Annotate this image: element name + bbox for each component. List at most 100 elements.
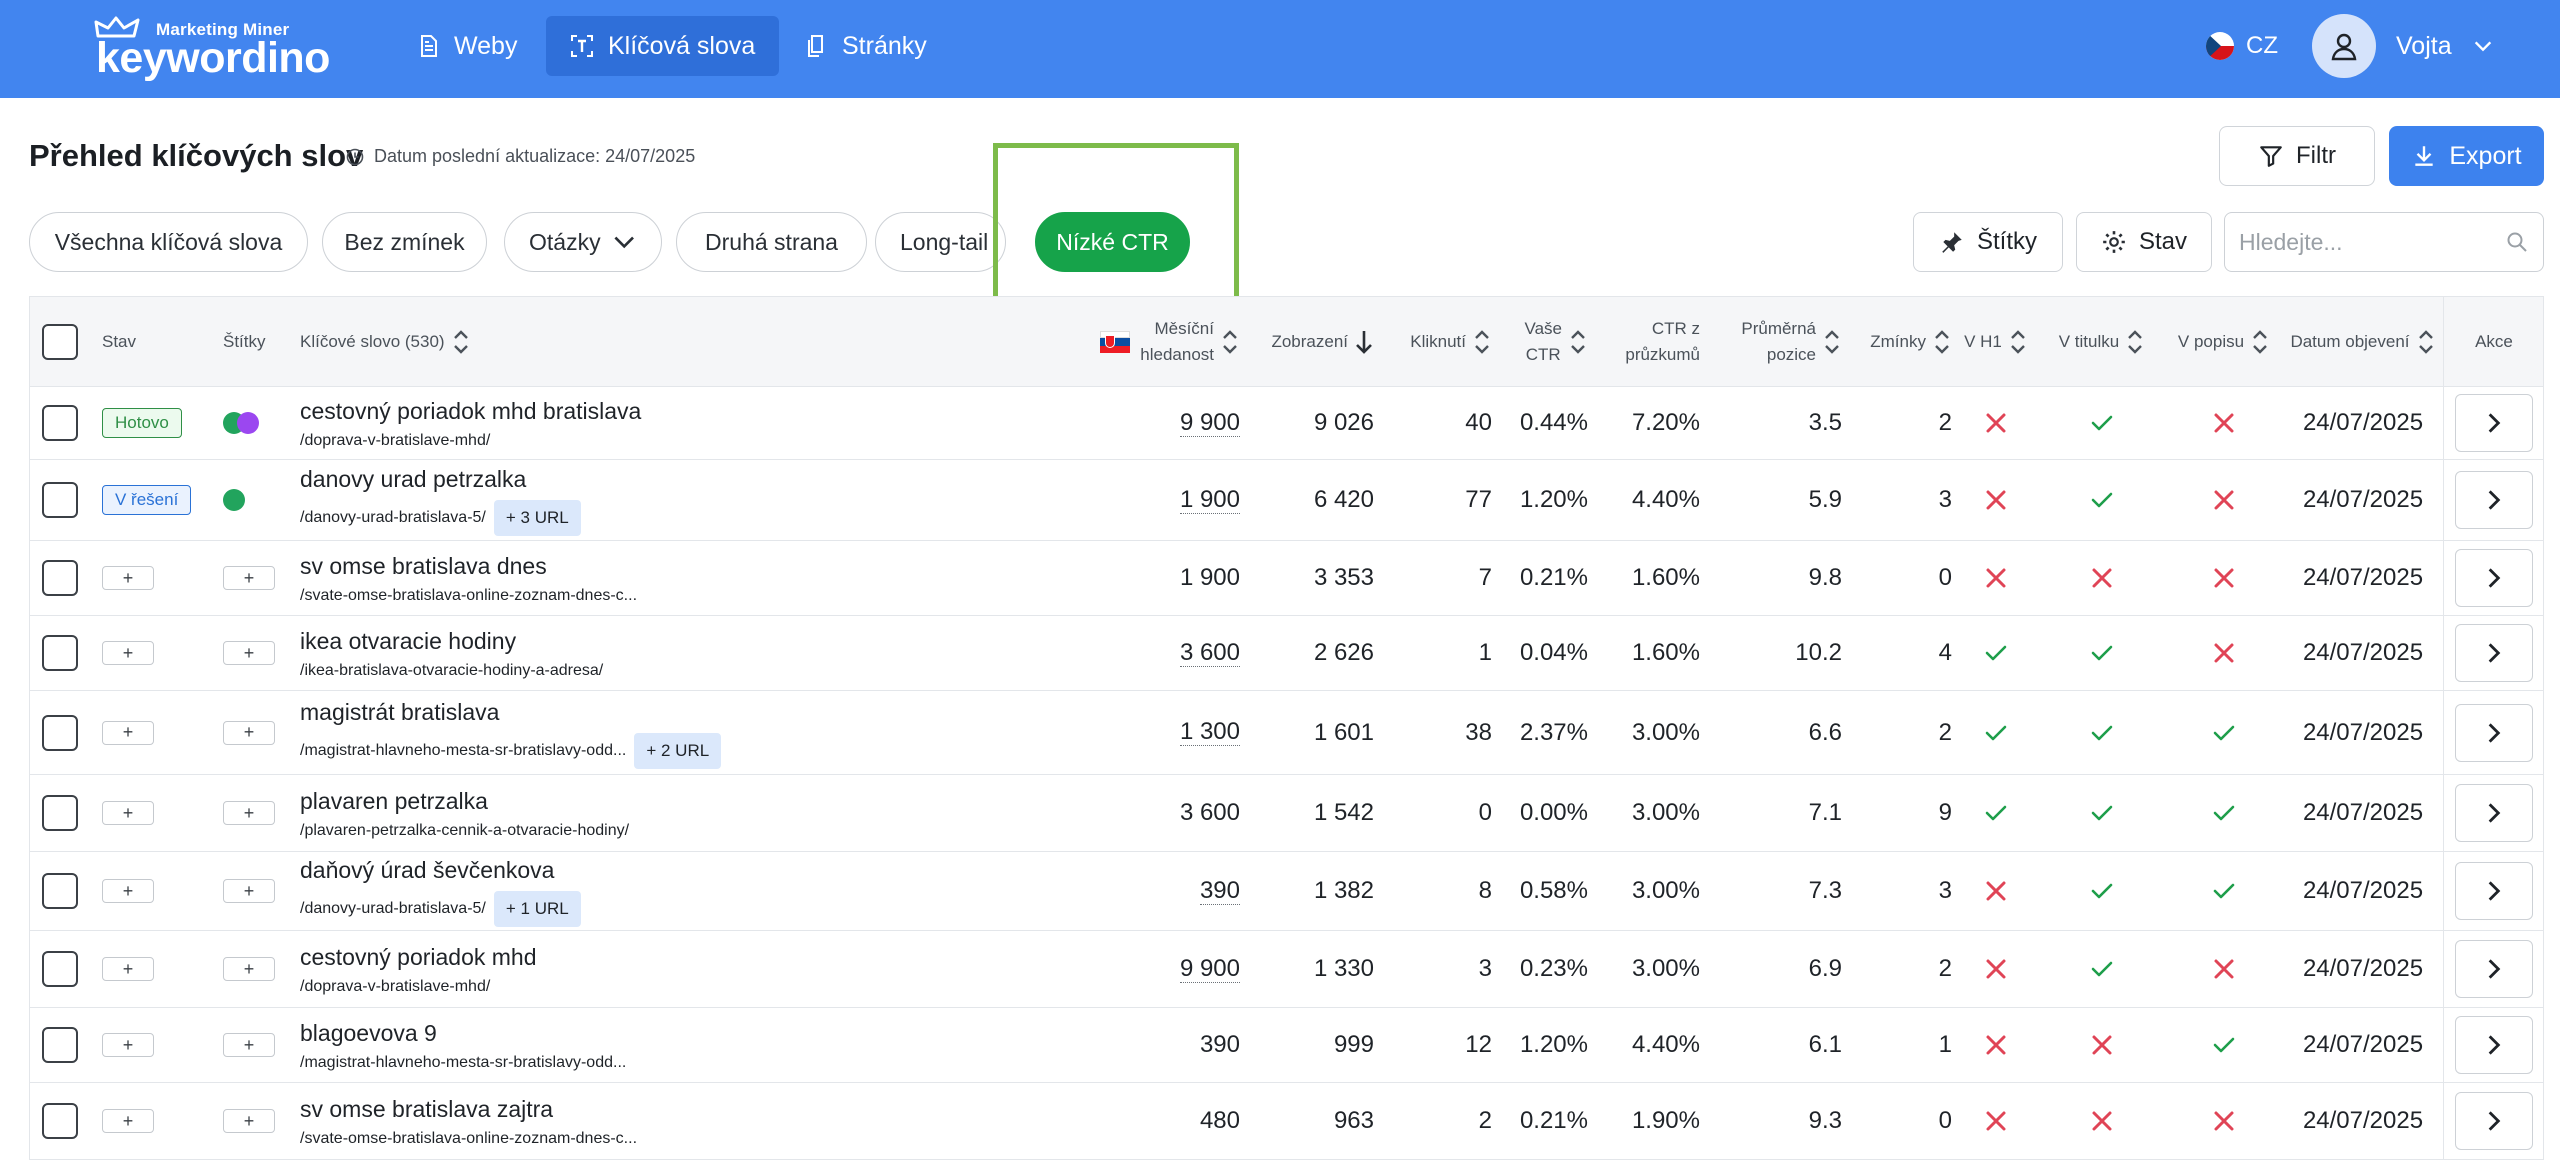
col-clicks[interactable]: Kliknutí [1368, 297, 1492, 387]
keyword-url[interactable]: /svate-omse-bratislava-online-zoznam-dne… [300, 587, 637, 605]
col-keyword[interactable]: Klíčové slovo (530) [300, 297, 471, 387]
col-h1[interactable]: V H1 [1952, 297, 2040, 387]
chip-no-mentions[interactable]: Bez zmínek [322, 212, 487, 272]
export-button[interactable]: Export [2389, 126, 2544, 186]
ctr-cell: 0.21% [1519, 1107, 1588, 1134]
title-cell [2040, 775, 2164, 851]
add-tag-button[interactable]: + [223, 957, 275, 981]
add-status-button[interactable]: + [102, 720, 154, 745]
keyword-url[interactable]: /magistrat-hlavneho-mesta-sr-bratislavy-… [300, 1054, 626, 1072]
table-row[interactable]: + + daňový úrad ševčenkova /danovy-urad-… [30, 852, 2543, 931]
language-switcher[interactable]: CZ [2206, 28, 2278, 64]
keyword-url[interactable]: /magistrat-hlavneho-mesta-sr-bratislavy-… [300, 742, 626, 760]
add-tag-button[interactable]: + [223, 879, 275, 903]
keyword-text[interactable]: sv omse bratislava dnes [300, 551, 637, 581]
row-checkbox[interactable] [42, 635, 78, 671]
keyword-url[interactable]: /danovy-urad-bratislava-5/ [300, 509, 486, 527]
keyword-text[interactable]: sv omse bratislava zajtra [300, 1094, 637, 1124]
row-checkbox[interactable] [42, 1103, 78, 1139]
user-menu[interactable]: Vojta [2312, 14, 2494, 78]
add-tag-button[interactable]: + [223, 641, 275, 665]
keyword-url[interactable]: /plavaren-petrzalka-cennik-a-otvaracie-h… [300, 822, 629, 840]
table-row[interactable]: V řešení danovy urad petrzalka /danovy-u… [30, 460, 2543, 541]
col-title[interactable]: V titulku [2040, 297, 2164, 387]
add-status-button[interactable]: + [102, 957, 154, 981]
col-position[interactable]: Průměrná pozice [1702, 297, 1842, 387]
table-row[interactable]: + + plavaren petrzalka /plavaren-petrzal… [30, 775, 2543, 852]
add-tag-button[interactable]: + [223, 566, 275, 590]
row-checkbox[interactable] [42, 1027, 78, 1063]
add-tag-button[interactable]: + [223, 801, 275, 825]
status-badge[interactable]: Hotovo [102, 408, 182, 438]
row-checkbox[interactable] [42, 873, 78, 909]
col-date[interactable]: Datum objevení [2284, 297, 2442, 387]
keyword-text[interactable]: blagoevova 9 [300, 1018, 626, 1048]
table-row[interactable]: + + cestovný poriadok mhd /doprava-v-bra… [30, 931, 2543, 1008]
search-icon[interactable] [2505, 230, 2529, 254]
table-row[interactable]: + + blagoevova 9 /magistrat-hlavneho-mes… [30, 1008, 2543, 1083]
add-tag-button[interactable]: + [223, 1033, 275, 1057]
chip-long-tail[interactable]: Long-tail [875, 212, 1006, 272]
add-status-button[interactable]: + [102, 879, 154, 903]
keyword-url[interactable]: /doprava-v-bratislave-mhd/ [300, 432, 490, 450]
row-checkbox[interactable] [42, 714, 78, 751]
status-button[interactable]: Stav [2076, 212, 2212, 272]
row-checkbox[interactable] [42, 795, 78, 831]
keyword-text[interactable]: magistrát bratislava [300, 697, 721, 727]
last-update-text: Datum poslední aktualizace: 24/07/2025 [374, 146, 696, 166]
col-desc[interactable]: V popisu [2164, 297, 2284, 387]
row-checkbox[interactable] [42, 560, 78, 596]
keyword-text[interactable]: plavaren petrzalka [300, 786, 629, 816]
add-status-button[interactable]: + [102, 801, 154, 825]
keyword-url[interactable]: /ikea-bratislava-otvaracie-hodiny-a-adre… [300, 662, 603, 680]
filter-button[interactable]: Filtr [2219, 126, 2375, 186]
search-box[interactable] [2224, 212, 2544, 272]
tags-button[interactable]: Štítky [1913, 212, 2063, 272]
table-row[interactable]: + + ikea otvaracie hodiny /ikea-bratisla… [30, 616, 2543, 691]
table-row[interactable]: + + magistrát bratislava /magistrat-hlav… [30, 691, 2543, 775]
url-count-badge[interactable]: + 2 URL [634, 732, 722, 769]
chip-questions[interactable]: Otázky [504, 212, 662, 272]
keyword-url[interactable]: /danovy-urad-bratislava-5/ [300, 900, 486, 918]
title-cell [2040, 541, 2164, 615]
keywordino-logo[interactable]: Marketing Miner keywordino [94, 16, 346, 82]
col-mentions[interactable]: Zmínky [1842, 297, 1952, 387]
chip-second-page[interactable]: Druhá strana [676, 212, 867, 272]
desc-cell [2164, 616, 2284, 690]
ctr-cell: 0.44% [1519, 409, 1588, 436]
url-count-badge[interactable]: + 1 URL [493, 891, 581, 927]
keyword-text[interactable]: ikea otvaracie hodiny [300, 626, 603, 656]
add-tag-button[interactable]: + [223, 1109, 275, 1133]
keyword-text[interactable]: cestovný poriadok mhd bratislava [300, 396, 641, 426]
keyword-text[interactable]: daňový úrad ševčenkova [300, 855, 581, 885]
keyword-text[interactable]: danovy urad petrzalka [300, 464, 581, 494]
keyword-url[interactable]: /doprava-v-bratislave-mhd/ [300, 978, 490, 996]
select-all-checkbox[interactable] [42, 324, 78, 360]
table-row[interactable]: + + sv omse bratislava dnes /svate-omse-… [30, 541, 2543, 616]
search-input[interactable] [2239, 228, 2499, 256]
nav-weby[interactable]: Weby [392, 16, 541, 76]
col-ctr[interactable]: Vaše CTR [1492, 297, 1588, 387]
col-volume[interactable]: Měsíční hledanost [1060, 297, 1240, 387]
clicks-cell: 0 [1478, 799, 1492, 826]
add-status-button[interactable]: + [102, 1109, 154, 1133]
chip-all-keywords[interactable]: Všechna klíčová slova [29, 212, 308, 272]
row-checkbox[interactable] [42, 405, 78, 441]
keyword-text[interactable]: cestovný poriadok mhd [300, 942, 537, 972]
table-row[interactable]: Hotovo cestovný poriadok mhd bratislava … [30, 387, 2543, 460]
tag-dot[interactable] [223, 489, 245, 511]
nav-stranky[interactable]: Stránky [780, 16, 951, 76]
add-status-button[interactable]: + [102, 1033, 154, 1057]
col-impressions[interactable]: Zobrazení [1234, 297, 1374, 387]
row-checkbox[interactable] [42, 482, 78, 518]
tag-dot[interactable] [237, 412, 259, 434]
table-row[interactable]: + + sv omse bratislava zajtra /svate-oms… [30, 1083, 2543, 1160]
nav-klicova-slova[interactable]: Klíčová slova [546, 16, 780, 76]
url-count-badge[interactable]: + 3 URL [493, 500, 581, 536]
status-badge[interactable]: V řešení [102, 485, 192, 515]
add-status-button[interactable]: + [102, 641, 154, 665]
keyword-url[interactable]: /svate-omse-bratislava-online-zoznam-dne… [300, 1130, 637, 1148]
row-checkbox[interactable] [42, 951, 78, 987]
add-tag-button[interactable]: + [223, 720, 275, 745]
add-status-button[interactable]: + [102, 566, 154, 590]
